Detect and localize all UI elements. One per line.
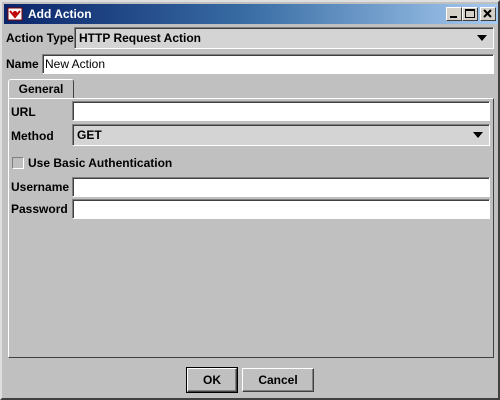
username-field[interactable] — [72, 177, 490, 197]
close-icon — [483, 9, 492, 18]
password-field[interactable] — [72, 199, 490, 219]
tab-general[interactable]: General — [8, 79, 74, 99]
action-type-label: Action Type — [6, 31, 74, 45]
name-label: Name — [6, 57, 39, 71]
method-select[interactable]: GET — [72, 124, 490, 146]
minimize-icon — [450, 16, 457, 18]
url-label: URL — [11, 105, 36, 119]
method-value: GET — [77, 128, 102, 142]
action-type-value: HTTP Request Action — [79, 31, 202, 45]
username-label: Username — [11, 180, 70, 194]
title-bar[interactable]: Add Action — [4, 4, 498, 24]
password-label: Password — [11, 202, 68, 216]
name-field[interactable]: New Action — [42, 54, 494, 74]
chevron-down-icon — [473, 132, 483, 138]
app-icon — [7, 6, 23, 22]
window-title: Add Action — [28, 7, 92, 21]
ok-button[interactable]: OK — [186, 367, 238, 393]
chevron-down-icon — [477, 35, 487, 41]
basic-auth-label[interactable]: Use Basic Authentication — [28, 156, 172, 170]
maximize-button[interactable] — [462, 7, 478, 21]
action-type-select[interactable]: HTTP Request Action — [74, 27, 494, 49]
method-label: Method — [11, 129, 54, 143]
close-button[interactable] — [480, 7, 496, 21]
add-action-dialog: Add Action Action Type HTTP Request Acti… — [0, 0, 500, 400]
maximize-icon — [465, 9, 475, 18]
cancel-button[interactable]: Cancel — [242, 368, 314, 392]
basic-auth-checkbox[interactable] — [12, 157, 24, 169]
url-field[interactable] — [72, 101, 490, 121]
minimize-button[interactable] — [446, 7, 462, 21]
